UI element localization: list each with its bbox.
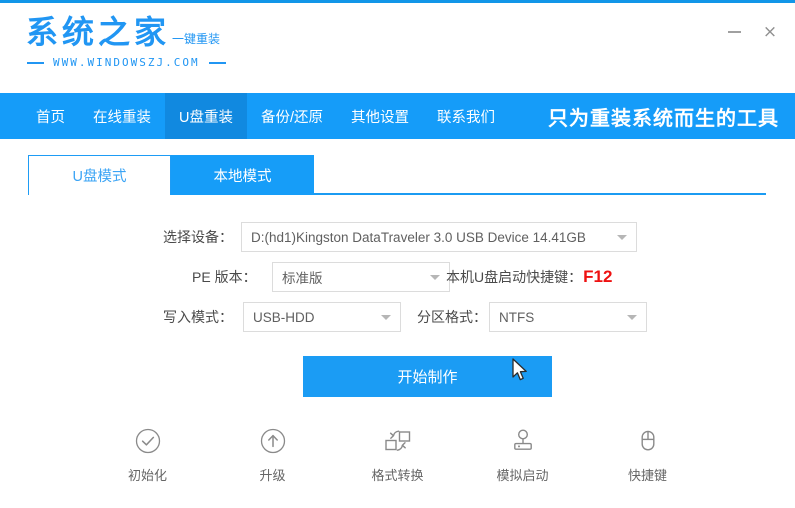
arrow-up-circle-icon <box>259 424 287 458</box>
boot-hotkey-info: 本机U盘启动快捷键： F12 <box>446 262 612 292</box>
tool-initialize[interactable]: 初始化 <box>113 424 183 484</box>
tool-hotkey-label: 快捷键 <box>627 468 667 483</box>
start-make-button[interactable]: 开始制作 <box>303 356 552 397</box>
window-controls: × <box>719 19 785 45</box>
nav-item-contact-us[interactable]: 联系我们 <box>423 93 509 139</box>
pe-version-select-value: 标准版 <box>282 271 323 286</box>
divider-left <box>27 61 44 64</box>
main-nav: 首页 在线重装 U盘重装 备份/还原 其他设置 联系我们 只为重装系统而生的工具 <box>0 93 795 139</box>
divider-right <box>208 61 226 64</box>
brand-logo: 系统之家 一键重装 WWW.WINDOWSZJ.COM <box>26 16 226 68</box>
tool-upgrade[interactable]: 升级 <box>238 424 308 484</box>
nav-item-online-reinstall[interactable]: 在线重装 <box>79 93 165 139</box>
chevron-down-icon <box>381 315 391 320</box>
tab-usb-mode[interactable]: U盘模式 <box>28 155 171 195</box>
tool-initialize-label: 初始化 <box>127 468 167 483</box>
chevron-down-icon <box>627 315 637 320</box>
pe-version-label: PE 版本： <box>192 269 257 285</box>
write-mode-label: 写入模式： <box>163 309 233 325</box>
format-convert-icon <box>383 424 413 458</box>
close-button[interactable]: × <box>755 19 785 45</box>
brand-tagline: 一键重装 <box>172 32 221 46</box>
joystick-icon <box>509 424 537 458</box>
tab-local-mode[interactable]: 本地模式 <box>171 155 314 195</box>
brand-name: 系统之家 <box>26 13 171 51</box>
nav-item-usb-reinstall[interactable]: U盘重装 <box>165 93 247 139</box>
partition-format-select[interactable]: NTFS <box>489 302 647 332</box>
device-label: 选择设备： <box>163 229 233 245</box>
pe-version-row: PE 版本： 标准版 <box>192 262 450 292</box>
check-circle-icon <box>134 424 162 458</box>
mode-tabs: U盘模式 本地模式 <box>0 155 795 195</box>
chevron-down-icon <box>617 235 627 240</box>
nav-items: 首页 在线重装 U盘重装 备份/还原 其他设置 联系我们 <box>22 93 509 139</box>
boot-hotkey-label: 本机U盘启动快捷键： <box>446 269 583 285</box>
boot-hotkey-value: F12 <box>583 267 613 286</box>
device-row: 选择设备： D:(hd1)Kingston DataTraveler 3.0 U… <box>163 222 637 252</box>
partition-format-select-value: NTFS <box>499 309 535 325</box>
mouse-icon <box>634 424 662 458</box>
tool-simulate-boot[interactable]: 模拟启动 <box>488 424 558 484</box>
partition-format-label: 分区格式： <box>417 309 487 325</box>
write-mode-select[interactable]: USB-HDD <box>243 302 401 332</box>
tab-underline <box>314 193 766 195</box>
tool-shortcuts: 初始化 升级 格式转换 模拟启动 快捷键 <box>0 424 795 484</box>
device-select[interactable]: D:(hd1)Kingston DataTraveler 3.0 USB Dev… <box>241 222 637 252</box>
tool-format-convert-label: 格式转换 <box>371 468 424 483</box>
tool-format-convert[interactable]: 格式转换 <box>363 424 433 484</box>
tool-hotkey[interactable]: 快捷键 <box>613 424 683 484</box>
write-mode-select-value: USB-HDD <box>253 309 315 325</box>
app-window: 系统之家 一键重装 WWW.WINDOWSZJ.COM × 首页 在线重装 U盘… <box>0 0 795 508</box>
tool-upgrade-label: 升级 <box>259 468 286 483</box>
close-icon: × <box>762 21 778 42</box>
nav-item-other-settings[interactable]: 其他设置 <box>337 93 423 139</box>
minimize-icon <box>727 31 741 33</box>
tool-simulate-boot-label: 模拟启动 <box>496 468 549 483</box>
brand-url: WWW.WINDOWSZJ.COM <box>53 56 200 69</box>
nav-item-home[interactable]: 首页 <box>22 93 79 139</box>
chevron-down-icon <box>430 275 440 280</box>
nav-slogan: 只为重装系统而生的工具 <box>548 107 779 130</box>
minimize-button[interactable] <box>719 19 749 45</box>
pe-version-select[interactable]: 标准版 <box>272 262 450 292</box>
nav-item-backup-restore[interactable]: 备份/还原 <box>247 93 337 139</box>
device-select-value: D:(hd1)Kingston DataTraveler 3.0 USB Dev… <box>251 229 586 245</box>
title-bar: 系统之家 一键重装 WWW.WINDOWSZJ.COM × <box>0 3 795 90</box>
write-mode-row: 写入模式： USB-HDD 分区格式： NTFS <box>163 302 647 332</box>
